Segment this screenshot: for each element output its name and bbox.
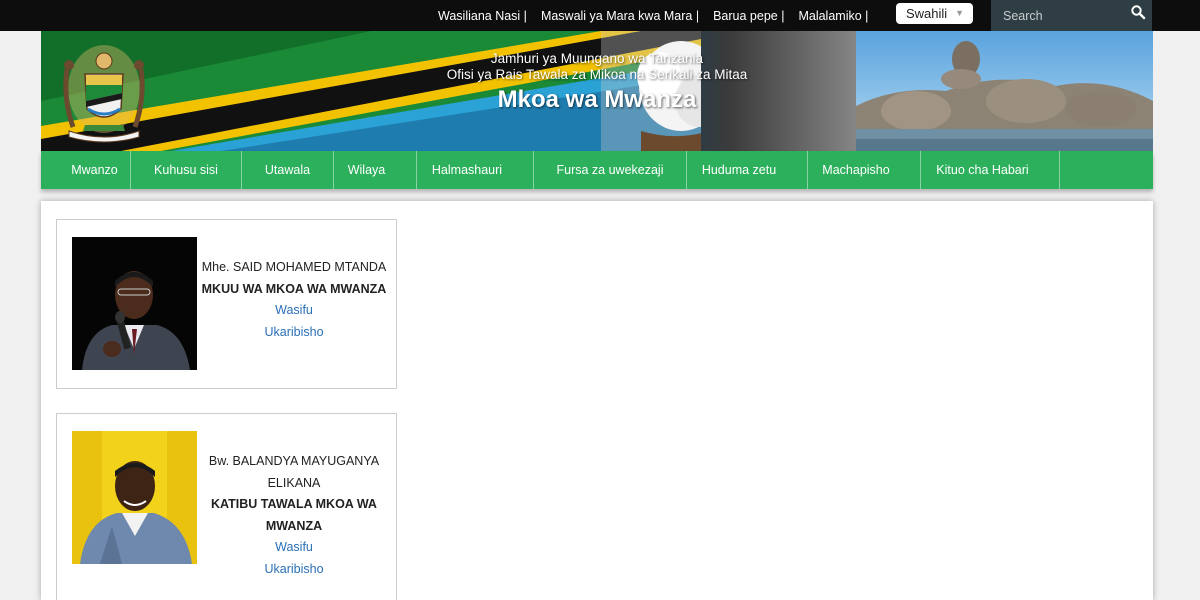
leader-card: Mhe. SAID MOHAMED MTANDA MKUU WA MKOA WA… (56, 219, 397, 389)
ukaribisho-link[interactable]: Ukaribisho (201, 559, 387, 581)
contact-link[interactable]: Wasiliana Nasi | (438, 9, 527, 23)
nav-item-kuhusu-sisi[interactable]: Kuhusu sisi (131, 151, 241, 189)
nav-item-halmashauri[interactable]: Halmashauri (417, 151, 517, 189)
wasifu-link[interactable]: Wasifu (201, 300, 387, 322)
leader-info: Bw. BALANDYA MAYUGANYA ELIKANA KATIBU TA… (201, 451, 387, 580)
complaints-link[interactable]: Malalamiko | (798, 9, 868, 23)
rocks-landscape-photo (856, 31, 1153, 151)
banner-line-2: Ofisi ya Rais Tawala za Mikoa na Serikal… (446, 67, 748, 82)
banner-titles: Jamhuri ya Muungano wa Tanzania Ofisi ya… (441, 51, 753, 114)
leader-name: Bw. BALANDYA MAYUGANYA ELIKANA (208, 454, 380, 490)
wasifu-link[interactable]: Wasifu (201, 537, 387, 559)
search-input[interactable] (991, 0, 1131, 31)
search-box (991, 0, 1152, 31)
ukaribisho-link[interactable]: Ukaribisho (201, 322, 387, 344)
leader-role: MKUU WA MKOA WA MWANZA (201, 281, 387, 296)
nav-item-utawala[interactable]: Utawala (242, 151, 333, 189)
leader-name: Mhe. SAID MOHAMED MTANDA (201, 260, 387, 274)
leader-info: Mhe. SAID MOHAMED MTANDA MKUU WA MKOA WA… (201, 257, 387, 343)
nav-item-wilaya[interactable]: Wilaya (334, 151, 399, 189)
nav-item-fursa-za-uwekezaji[interactable]: Fursa za uwekezaji (534, 151, 686, 189)
faq-link[interactable]: Maswali ya Mara kwa Mara | (541, 9, 699, 23)
language-select[interactable]: Swahili ▼ (896, 3, 973, 24)
nav-divider (1059, 151, 1060, 189)
main-content: Mhe. SAID MOHAMED MTANDA MKUU WA MKOA WA… (41, 201, 1153, 600)
search-icon[interactable] (1130, 4, 1146, 20)
leader-photo (72, 431, 197, 564)
top-links: Wasiliana Nasi | Maswali ya Mara kwa Mar… (438, 0, 882, 31)
nav-item-huduma-zetu[interactable]: Huduma zetu (687, 151, 791, 189)
leader-photo (72, 237, 197, 370)
coat-of-arms-emblem (63, 45, 145, 143)
main-nav: Mwanzo Kuhusu sisi Utawala Wilaya Halmas… (41, 151, 1153, 189)
nav-item-mwanzo[interactable]: Mwanzo (56, 151, 133, 189)
nav-item-kituo-cha-habari[interactable]: Kituo cha Habari (921, 151, 1044, 189)
banner-title: Mkoa wa Mwanza (497, 86, 697, 113)
header-banner: Jamhuri ya Muungano wa Tanzania Ofisi ya… (41, 31, 1153, 151)
top-bar: Wasiliana Nasi | Maswali ya Mara kwa Mar… (0, 0, 1200, 31)
nav-item-machapisho[interactable]: Machapisho (808, 151, 904, 189)
leader-card: Bw. BALANDYA MAYUGANYA ELIKANA KATIBU TA… (56, 413, 397, 600)
language-value: Swahili (906, 6, 948, 21)
email-link[interactable]: Barua pepe | (713, 9, 784, 23)
leader-role: KATIBU TAWALA MKOA WA MWANZA (211, 497, 377, 533)
chevron-down-icon: ▼ (955, 8, 964, 18)
banner-line-1: Jamhuri ya Muungano wa Tanzania (490, 51, 704, 66)
